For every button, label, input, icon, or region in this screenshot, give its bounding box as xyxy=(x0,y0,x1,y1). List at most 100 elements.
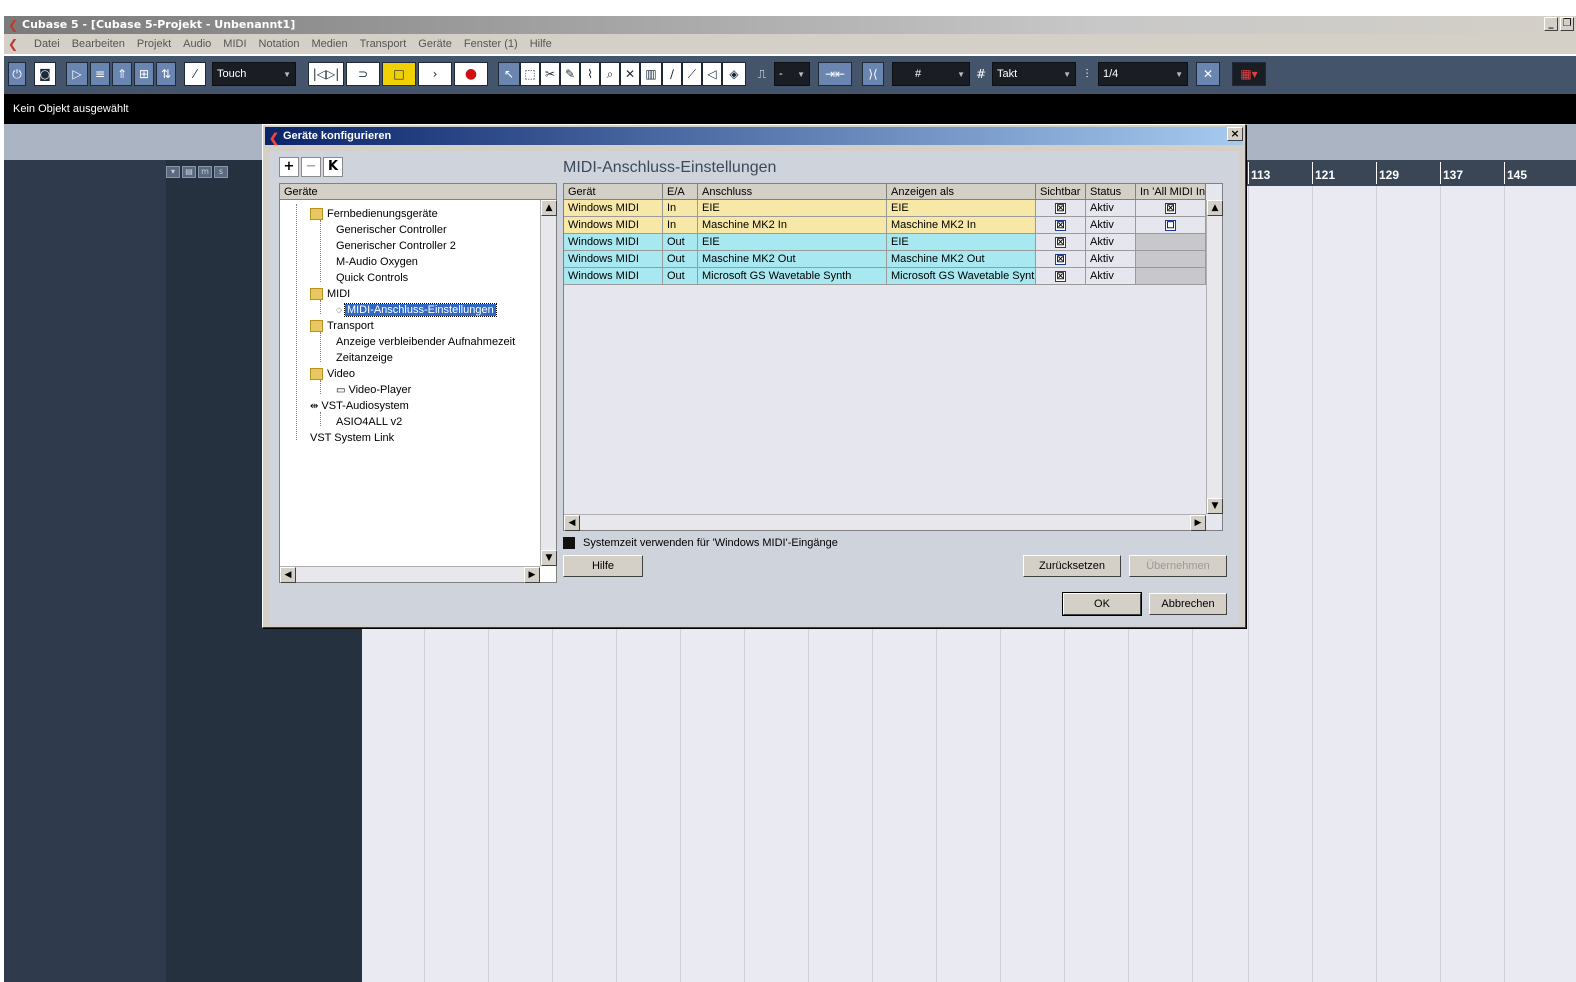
cell-sichtbar[interactable]: ☒ xyxy=(1036,268,1086,285)
tree-item-video-player[interactable]: ▭ Video-Player xyxy=(336,382,411,398)
tree-item-fernbedienungsgeraete[interactable]: Fernbedienungsgeräte xyxy=(310,206,438,222)
table-row[interactable]: Windows MIDI In EIE EIE ☒ Aktiv ☒ xyxy=(564,200,1206,217)
play-tool-icon[interactable]: ◁ xyxy=(702,62,722,86)
play-button[interactable]: › xyxy=(418,62,452,86)
minimize-button[interactable]: _ xyxy=(1544,17,1558,31)
snap-to-zero-icon[interactable]: ⇥⇤ xyxy=(818,62,852,86)
tree-vertical-scrollbar[interactable]: ▲ ▼ xyxy=(540,200,557,566)
tree-item-quick-controls[interactable]: Quick Controls xyxy=(336,270,408,286)
scroll-down-icon[interactable]: ▼ xyxy=(541,550,557,566)
erase-tool-icon[interactable]: ✕ xyxy=(620,62,640,86)
table-vertical-scrollbar[interactable]: ▲ ▼ xyxy=(1206,200,1223,514)
tree-horizontal-scrollbar[interactable]: ◀ ▶ xyxy=(280,566,540,583)
cancel-button[interactable]: Abbrechen xyxy=(1149,593,1227,615)
all-midi-in-checkbox[interactable]: ☐ xyxy=(1165,219,1176,231)
cell-all-midi-in[interactable] xyxy=(1136,234,1206,251)
tree-item-transport[interactable]: Transport xyxy=(310,318,374,334)
mute-icon[interactable]: m xyxy=(198,166,212,178)
tree-item-midi[interactable]: MIDI xyxy=(310,286,350,302)
visible-checkbox[interactable]: ☒ xyxy=(1055,236,1066,248)
cell-all-midi-in[interactable] xyxy=(1136,268,1206,285)
menu-audio[interactable]: Audio xyxy=(177,38,217,50)
close-icon[interactable]: × xyxy=(1227,127,1243,141)
quantize-on-off-icon[interactable]: ✕ xyxy=(1196,62,1220,86)
pencil-tool-icon[interactable]: ∕ xyxy=(662,62,682,86)
draw-tool-icon[interactable]: ✎ xyxy=(560,62,580,86)
cell-anzeigen-als[interactable]: Maschine MK2 Out xyxy=(887,251,1036,268)
cell-anzeigen-als[interactable]: Microsoft GS Wavetable Synth xyxy=(887,268,1036,285)
solo-icon[interactable]: s xyxy=(214,166,228,178)
show-inspector-icon[interactable]: ▷ xyxy=(66,62,88,86)
tree-item-record-time-max[interactable]: Anzeige verbleibender Aufnahmezeit xyxy=(336,334,515,350)
menu-projekt[interactable]: Projekt xyxy=(131,38,177,50)
tree-item-video[interactable]: Video xyxy=(310,366,355,382)
constrain-delay-icon[interactable]: ◙ xyxy=(34,62,56,86)
color-palette-icon[interactable]: ▦▾ xyxy=(1232,62,1266,86)
system-timestamp-checkbox[interactable] xyxy=(563,537,575,549)
all-midi-in-checkbox[interactable]: ☒ xyxy=(1165,202,1176,214)
cell-anzeigen-als[interactable]: EIE xyxy=(887,200,1036,217)
stop-button[interactable]: □ xyxy=(382,62,416,86)
menu-geraete[interactable]: Geräte xyxy=(412,38,458,50)
scroll-right-icon[interactable]: ▶ xyxy=(524,567,540,583)
cell-all-midi-in[interactable]: ☐ xyxy=(1136,217,1206,234)
column-header-anzeigen-als[interactable]: Anzeigen als xyxy=(887,184,1036,200)
ok-button[interactable]: OK xyxy=(1062,592,1142,616)
cell-all-midi-in[interactable] xyxy=(1136,251,1206,268)
range-select-tool-icon[interactable]: ⬚ xyxy=(520,62,540,86)
snap-on-off-icon[interactable]: ⟩⟨ xyxy=(862,62,884,86)
tree-item-midi-port-setup[interactable]: ◌ MIDI-Anschluss-Einstellungen xyxy=(336,302,497,318)
record-button[interactable]: ● xyxy=(454,62,488,86)
cell-sichtbar[interactable]: ☒ xyxy=(1036,234,1086,251)
scroll-up-icon[interactable]: ▲ xyxy=(541,200,557,216)
automation-mode-select[interactable]: Touch ▼ xyxy=(212,62,296,86)
table-horizontal-scrollbar[interactable]: ◀ ▶ xyxy=(564,514,1206,531)
column-header-all-midi-in[interactable]: In 'All MIDI In' xyxy=(1136,184,1206,200)
cell-sichtbar[interactable]: ☒ xyxy=(1036,251,1086,268)
scroll-down-icon[interactable]: ▼ xyxy=(1207,498,1223,514)
show-overview-icon[interactable]: ⇑ xyxy=(112,62,132,86)
show-infoline-icon[interactable]: ≡ xyxy=(90,62,110,86)
cell-anzeigen-als[interactable]: Maschine MK2 In xyxy=(887,217,1036,234)
menu-midi[interactable]: MIDI xyxy=(217,38,252,50)
column-header-geraet[interactable]: Gerät xyxy=(564,184,663,200)
snap-type-select[interactable]: # ▼ xyxy=(892,62,970,86)
document-menu-icon[interactable]: ❮ xyxy=(8,37,22,51)
column-header-status[interactable]: Status xyxy=(1086,184,1136,200)
menu-hilfe[interactable]: Hilfe xyxy=(524,38,558,50)
tree-item-m-audio-oxygen[interactable]: M-Audio Oxygen xyxy=(336,254,418,270)
track-icon[interactable]: ▤ xyxy=(182,166,196,178)
cell-sichtbar[interactable]: ☒ xyxy=(1036,200,1086,217)
cycle-icon[interactable]: ⊃ xyxy=(346,62,380,86)
add-device-button[interactable]: + xyxy=(279,157,299,177)
object-select-tool-icon[interactable]: ↖ xyxy=(498,62,520,86)
tree-item-generischer-controller-2[interactable]: Generischer Controller 2 xyxy=(336,238,456,254)
menu-transport[interactable]: Transport xyxy=(354,38,413,50)
visible-checkbox[interactable]: ☒ xyxy=(1055,253,1066,265)
collapse-icon[interactable]: ▾ xyxy=(166,166,180,178)
reset-device-button[interactable]: K xyxy=(323,157,343,177)
menu-datei[interactable]: Datei xyxy=(28,38,66,50)
color-tool-icon[interactable]: ◈ xyxy=(722,62,746,86)
tree-item-vst-audiosystem[interactable]: ⇹ VST-Audiosystem xyxy=(310,398,409,414)
grid-type-select[interactable]: Takt ▼ xyxy=(992,62,1076,86)
nudge-select[interactable]: - ▼ xyxy=(774,62,810,86)
cell-sichtbar[interactable]: ☒ xyxy=(1036,217,1086,234)
scroll-up-icon[interactable]: ▲ xyxy=(1207,200,1223,216)
split-tool-icon[interactable]: ✂ xyxy=(540,62,560,86)
help-button[interactable]: Hilfe xyxy=(563,555,643,577)
zoom-tool-icon[interactable]: ⌕ xyxy=(600,62,620,86)
column-header-anschluss[interactable]: Anschluss xyxy=(698,184,887,200)
table-row[interactable]: Windows MIDI Out EIE EIE ☒ Aktiv xyxy=(564,234,1206,251)
cell-all-midi-in[interactable]: ☒ xyxy=(1136,200,1206,217)
quantize-select[interactable]: 1/4 ▼ xyxy=(1098,62,1188,86)
glue-tool-icon[interactable]: ⌇ xyxy=(580,62,600,86)
column-header-sichtbar[interactable]: Sichtbar xyxy=(1036,184,1086,200)
system-timestamp-option[interactable]: Systemzeit verwenden für 'Windows MIDI'-… xyxy=(563,537,838,549)
show-pool-icon[interactable]: ⊞ xyxy=(134,62,154,86)
cell-anzeigen-als[interactable]: EIE xyxy=(887,234,1036,251)
table-row[interactable]: Windows MIDI Out Microsoft GS Wavetable Sy… xyxy=(564,268,1206,285)
tree-item-vst-system-link[interactable]: VST System Link xyxy=(310,430,394,446)
time-warp-tool-icon[interactable]: ▥ xyxy=(640,62,662,86)
go-to-marker-icon[interactable]: |◁▷| xyxy=(308,62,344,86)
